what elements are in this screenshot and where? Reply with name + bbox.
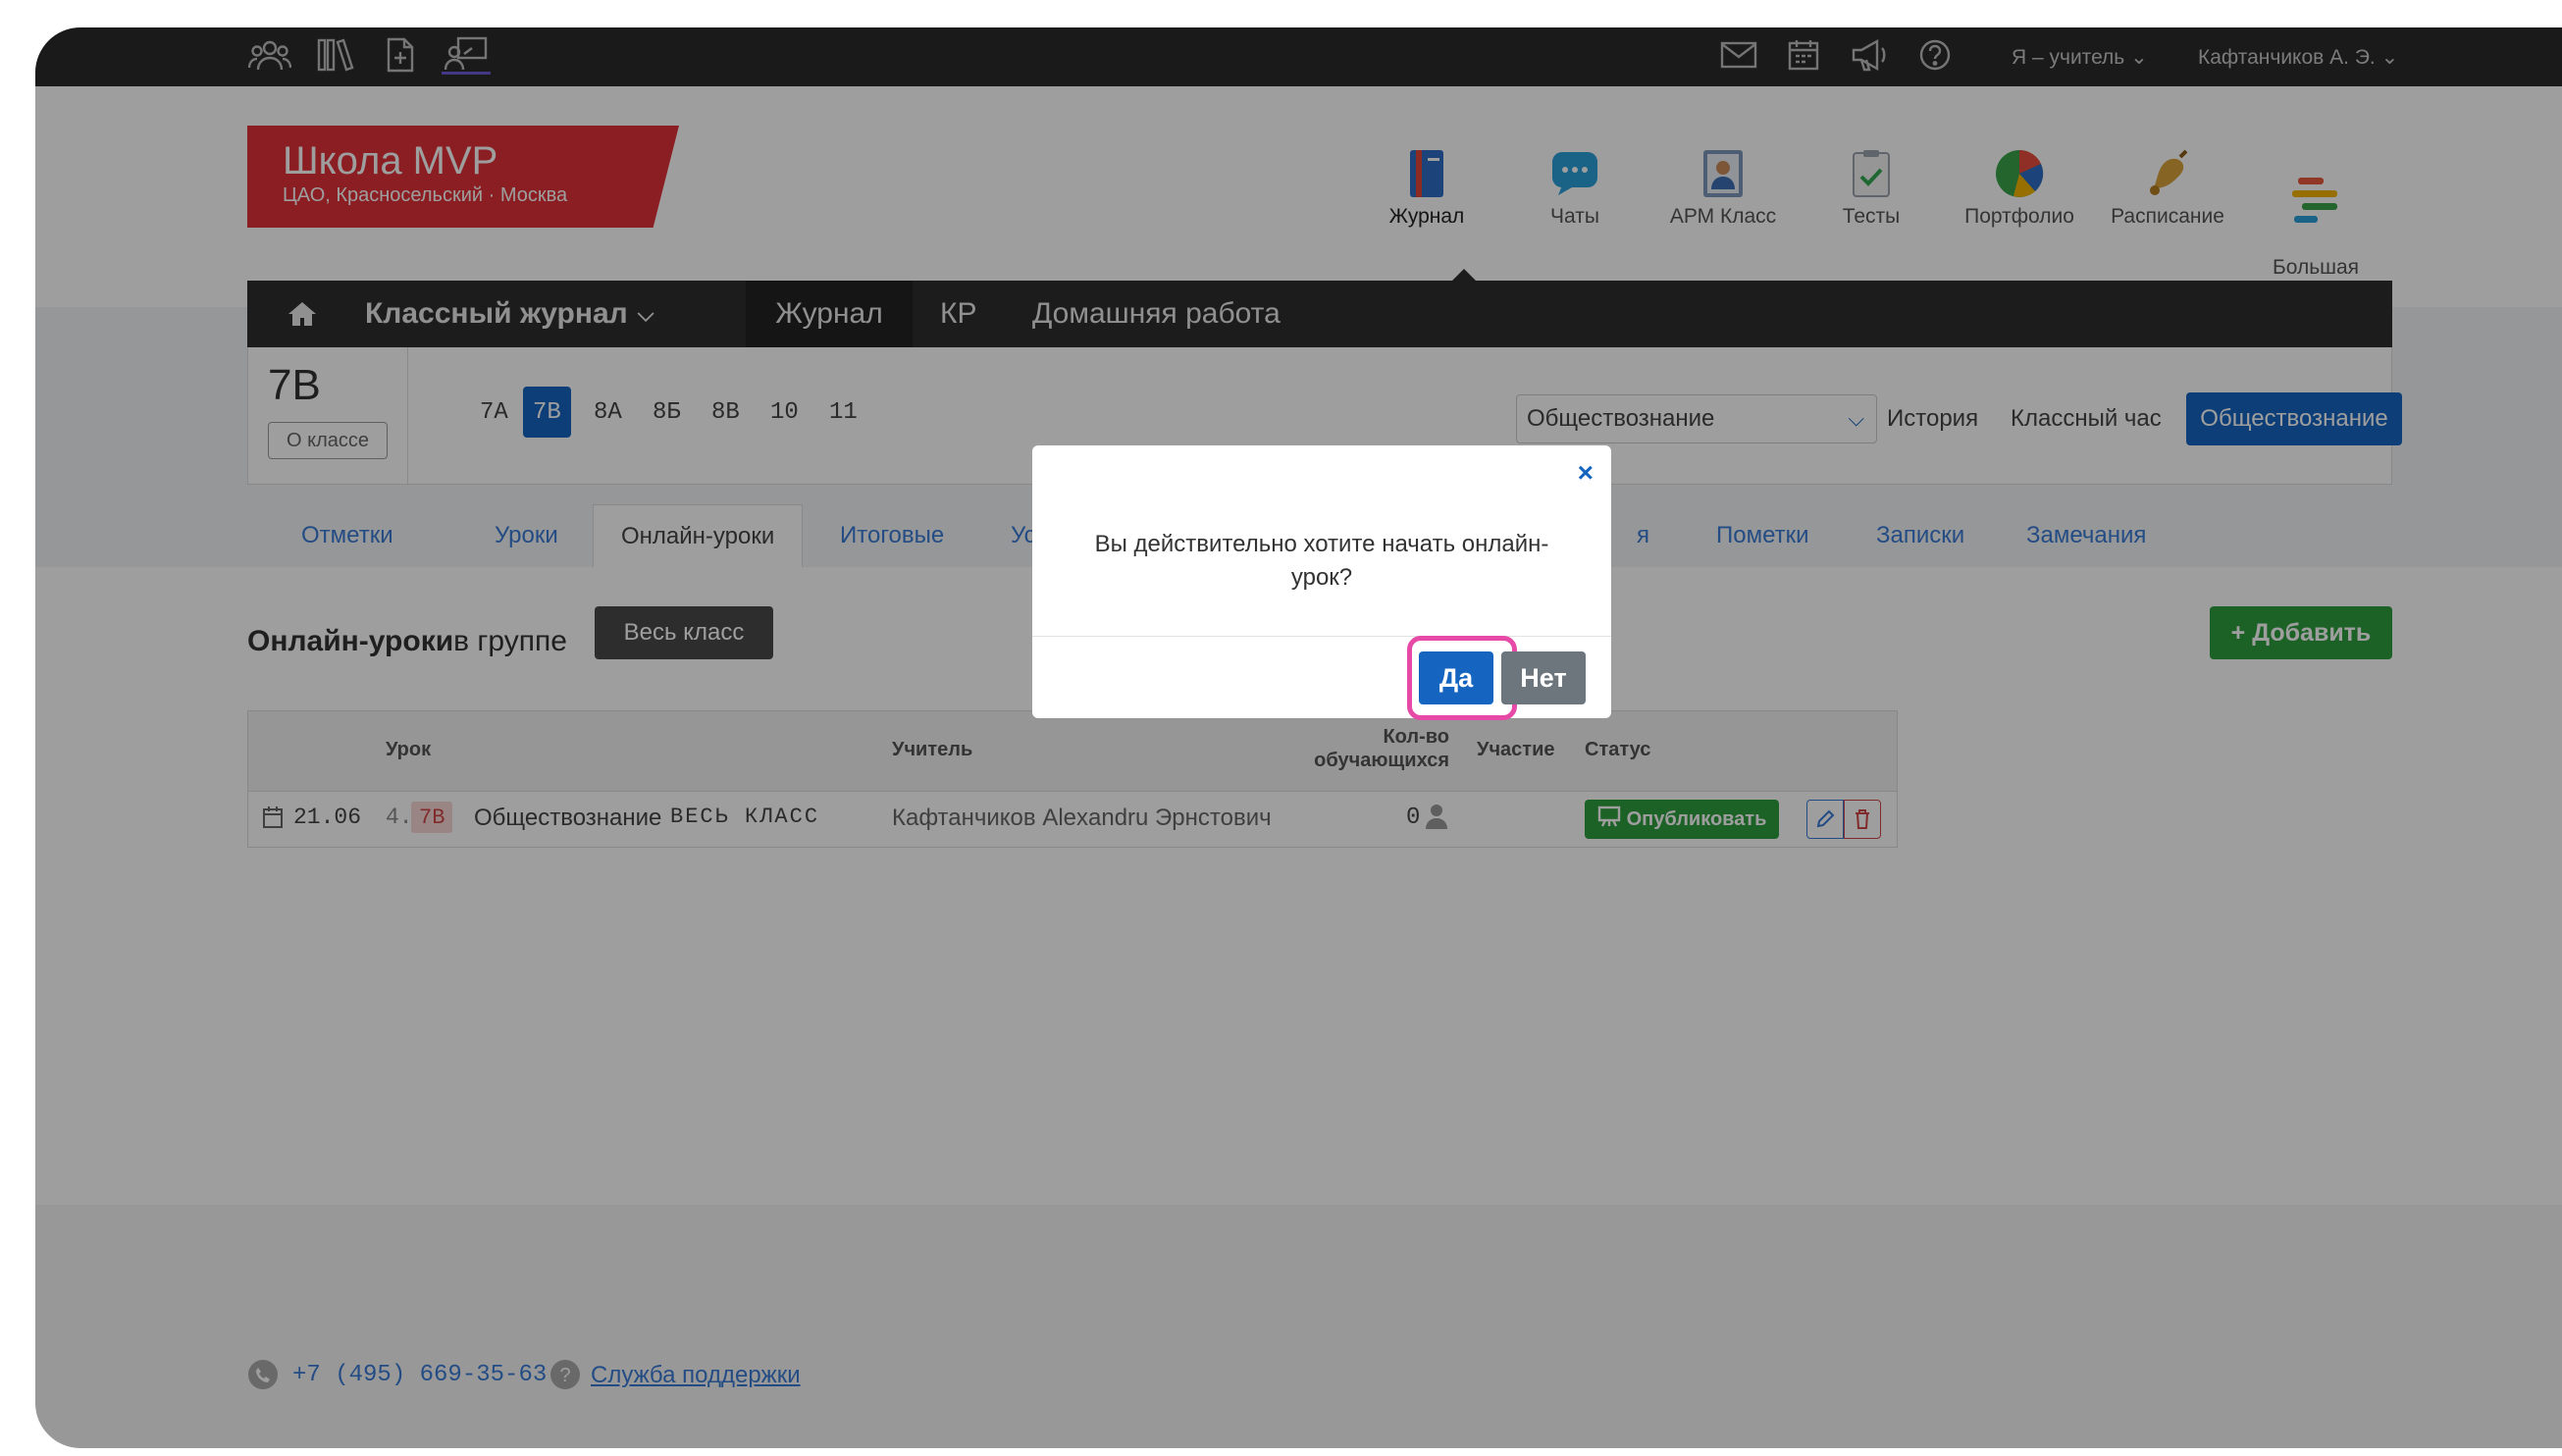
modal-backdrop[interactable]	[35, 27, 2562, 1448]
yes-button[interactable]: Да	[1419, 651, 1493, 704]
dialog-message: Вы действительно хотите начать онлайн- у…	[1094, 531, 1549, 591]
dialog-divider	[1032, 636, 1611, 637]
no-button[interactable]: Нет	[1501, 651, 1586, 704]
confirm-dialog: × Вы действительно хотите начать онлайн-…	[1032, 445, 1611, 720]
close-icon[interactable]: ×	[1578, 457, 1594, 489]
app-window: Я – учитель ⌄ Кафтанчиков А. Э. ⌄ Школа …	[35, 27, 2562, 1448]
